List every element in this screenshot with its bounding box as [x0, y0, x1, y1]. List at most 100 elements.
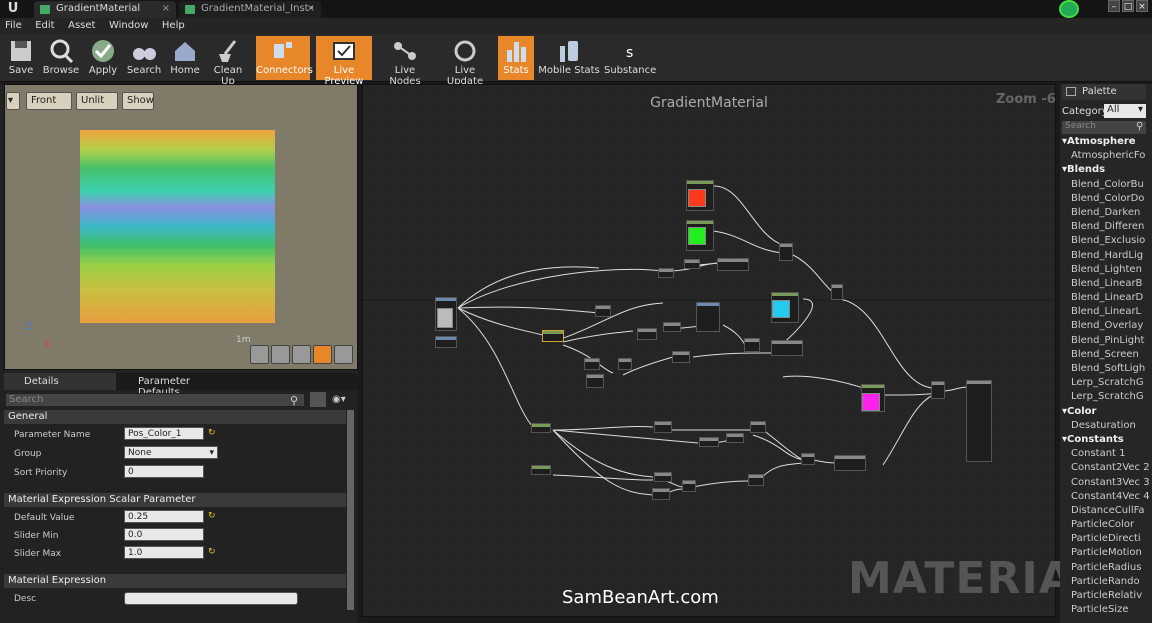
clean-up-button[interactable]: Clean Up: [206, 36, 250, 87]
math-node[interactable]: [748, 474, 764, 486]
palette-item[interactable]: Constant4Vec 4: [1062, 491, 1152, 505]
palette-item[interactable]: Blend_Darken: [1062, 207, 1152, 221]
palette-item[interactable]: ParticleColor: [1062, 519, 1152, 533]
scalar-param-pos-color-1[interactable]: [542, 330, 564, 342]
palette-search-input[interactable]: Search: [1062, 121, 1146, 134]
palette-item[interactable]: AtmosphericFo: [1062, 150, 1152, 164]
palette-category-constants[interactable]: ▾Constants: [1062, 434, 1152, 448]
math-node[interactable]: [586, 374, 604, 388]
palette-category-color[interactable]: ▾Color: [1062, 406, 1152, 420]
details-scrollbar[interactable]: [347, 410, 354, 610]
math-node[interactable]: [672, 351, 690, 363]
lerp-node[interactable]: [779, 243, 793, 261]
math-node[interactable]: [595, 305, 611, 317]
cylinder-preview-icon[interactable]: [250, 345, 269, 364]
palette-item[interactable]: Constant2Vec 2: [1062, 462, 1152, 476]
material-output-node[interactable]: [966, 380, 992, 462]
palette-item[interactable]: ParticleDirecti: [1062, 533, 1152, 547]
lerp-node[interactable]: [831, 284, 843, 300]
lerp-node[interactable]: [931, 381, 945, 399]
palette-item[interactable]: Blend_ColorBu: [1062, 179, 1152, 193]
scalar-param-node[interactable]: [531, 423, 551, 433]
palette-item[interactable]: Blend_Overlay: [1062, 320, 1152, 334]
palette-item[interactable]: Lerp_ScratchG: [1062, 377, 1152, 391]
group-dropdown[interactable]: None ▾: [124, 446, 218, 459]
substance-button[interactable]: s Substance: [604, 36, 656, 80]
menu-help[interactable]: Help: [157, 19, 190, 32]
math-node[interactable]: [652, 488, 670, 500]
palette-category-atmosphere[interactable]: ▾Atmosphere: [1062, 136, 1152, 150]
math-node[interactable]: [658, 268, 674, 278]
section-scalar-parameter[interactable]: Material Expression Scalar Parameter: [4, 493, 346, 507]
tab-gradient-material[interactable]: GradientMaterial ×: [34, 1, 176, 18]
palette-item[interactable]: Desaturation: [1062, 420, 1152, 434]
noise-texture-node[interactable]: [696, 302, 720, 332]
palette-item[interactable]: Lerp_ScratchG: [1062, 391, 1152, 405]
apply-button[interactable]: Apply: [86, 36, 120, 80]
math-node[interactable]: [663, 322, 681, 332]
cube-preview-icon[interactable]: [313, 345, 332, 364]
tab-gradient-material-inst[interactable]: GradientMaterial_Inst• ×: [179, 1, 321, 18]
default-value-field[interactable]: 0.25: [124, 510, 204, 523]
material-graph-canvas[interactable]: [362, 84, 1056, 617]
math-node[interactable]: [654, 421, 672, 433]
reset-icon[interactable]: ↻: [208, 547, 216, 557]
connectors-button[interactable]: Connectors: [256, 36, 313, 80]
palette-item[interactable]: Blend_LinearL: [1062, 306, 1152, 320]
smoothstep-node[interactable]: [771, 340, 803, 356]
plane-preview-icon[interactable]: [292, 345, 311, 364]
stats-button[interactable]: Stats: [498, 36, 534, 80]
palette-item[interactable]: ParticleSize: [1062, 604, 1152, 618]
math-node[interactable]: [726, 433, 744, 443]
save-button[interactable]: Save: [4, 36, 38, 80]
minimize-icon[interactable]: –: [1108, 0, 1120, 12]
palette-category-blends[interactable]: ▾Blends: [1062, 164, 1152, 178]
palette-item[interactable]: Blend_ColorDo: [1062, 193, 1152, 207]
smoothstep-node[interactable]: [834, 455, 866, 471]
palette-item[interactable]: Blend_PinLight: [1062, 335, 1152, 349]
palette-item[interactable]: Blend_SoftLigh: [1062, 363, 1152, 377]
scalar-param-node[interactable]: [531, 465, 551, 475]
menu-edit[interactable]: Edit: [30, 19, 59, 32]
palette-item[interactable]: Blend_HardLig: [1062, 250, 1152, 264]
smoothstep-node[interactable]: [717, 258, 749, 271]
close-window-icon[interactable]: ×: [1136, 0, 1148, 12]
panner-node[interactable]: [435, 336, 457, 348]
source-control-icon[interactable]: [1059, 0, 1079, 18]
palette-item[interactable]: Blend_Screen: [1062, 349, 1152, 363]
slider-min-field[interactable]: 0.0: [124, 528, 204, 541]
parameter-name-field[interactable]: Pos_Color_1: [124, 427, 204, 440]
reset-icon[interactable]: ↻: [208, 428, 216, 438]
math-node[interactable]: [637, 328, 657, 340]
sort-priority-field[interactable]: 0: [124, 465, 204, 478]
show-button[interactable]: Show: [122, 92, 154, 110]
tab-parameter-defaults[interactable]: Parameter Defaults: [118, 373, 232, 398]
math-node[interactable]: [618, 358, 632, 370]
close-icon[interactable]: ×: [307, 3, 315, 14]
math-node[interactable]: [584, 358, 600, 370]
sphere-preview-icon[interactable]: [271, 345, 290, 364]
menu-window[interactable]: Window: [104, 19, 153, 32]
math-node[interactable]: [744, 338, 760, 352]
math-node[interactable]: [750, 421, 766, 433]
home-button[interactable]: Home: [168, 36, 202, 80]
palette-item[interactable]: Blend_LinearB: [1062, 278, 1152, 292]
palette-item[interactable]: Constant 1: [1062, 448, 1152, 462]
tab-details[interactable]: Details: [4, 373, 116, 390]
palette-item[interactable]: DistanceCullFa: [1062, 505, 1152, 519]
browse-button[interactable]: Browse: [42, 36, 80, 80]
section-general[interactable]: General: [4, 410, 346, 424]
reset-icon[interactable]: ↻: [208, 511, 216, 521]
category-dropdown[interactable]: All ▾: [1104, 104, 1146, 118]
math-node[interactable]: [699, 437, 719, 447]
mobile-stats-button[interactable]: Mobile Stats: [538, 36, 600, 80]
palette-item[interactable]: Blend_Lighten: [1062, 264, 1152, 278]
palette-item[interactable]: Blend_Exclusio: [1062, 235, 1152, 249]
math-node[interactable]: [682, 480, 696, 492]
math-node[interactable]: [654, 472, 672, 482]
menu-file[interactable]: File: [0, 19, 27, 32]
live-preview-button[interactable]: Live Preview: [316, 36, 372, 87]
search-button[interactable]: Search: [126, 36, 162, 80]
custom-mesh-preview-icon[interactable]: [334, 345, 353, 364]
palette-item[interactable]: Blend_Differen: [1062, 221, 1152, 235]
